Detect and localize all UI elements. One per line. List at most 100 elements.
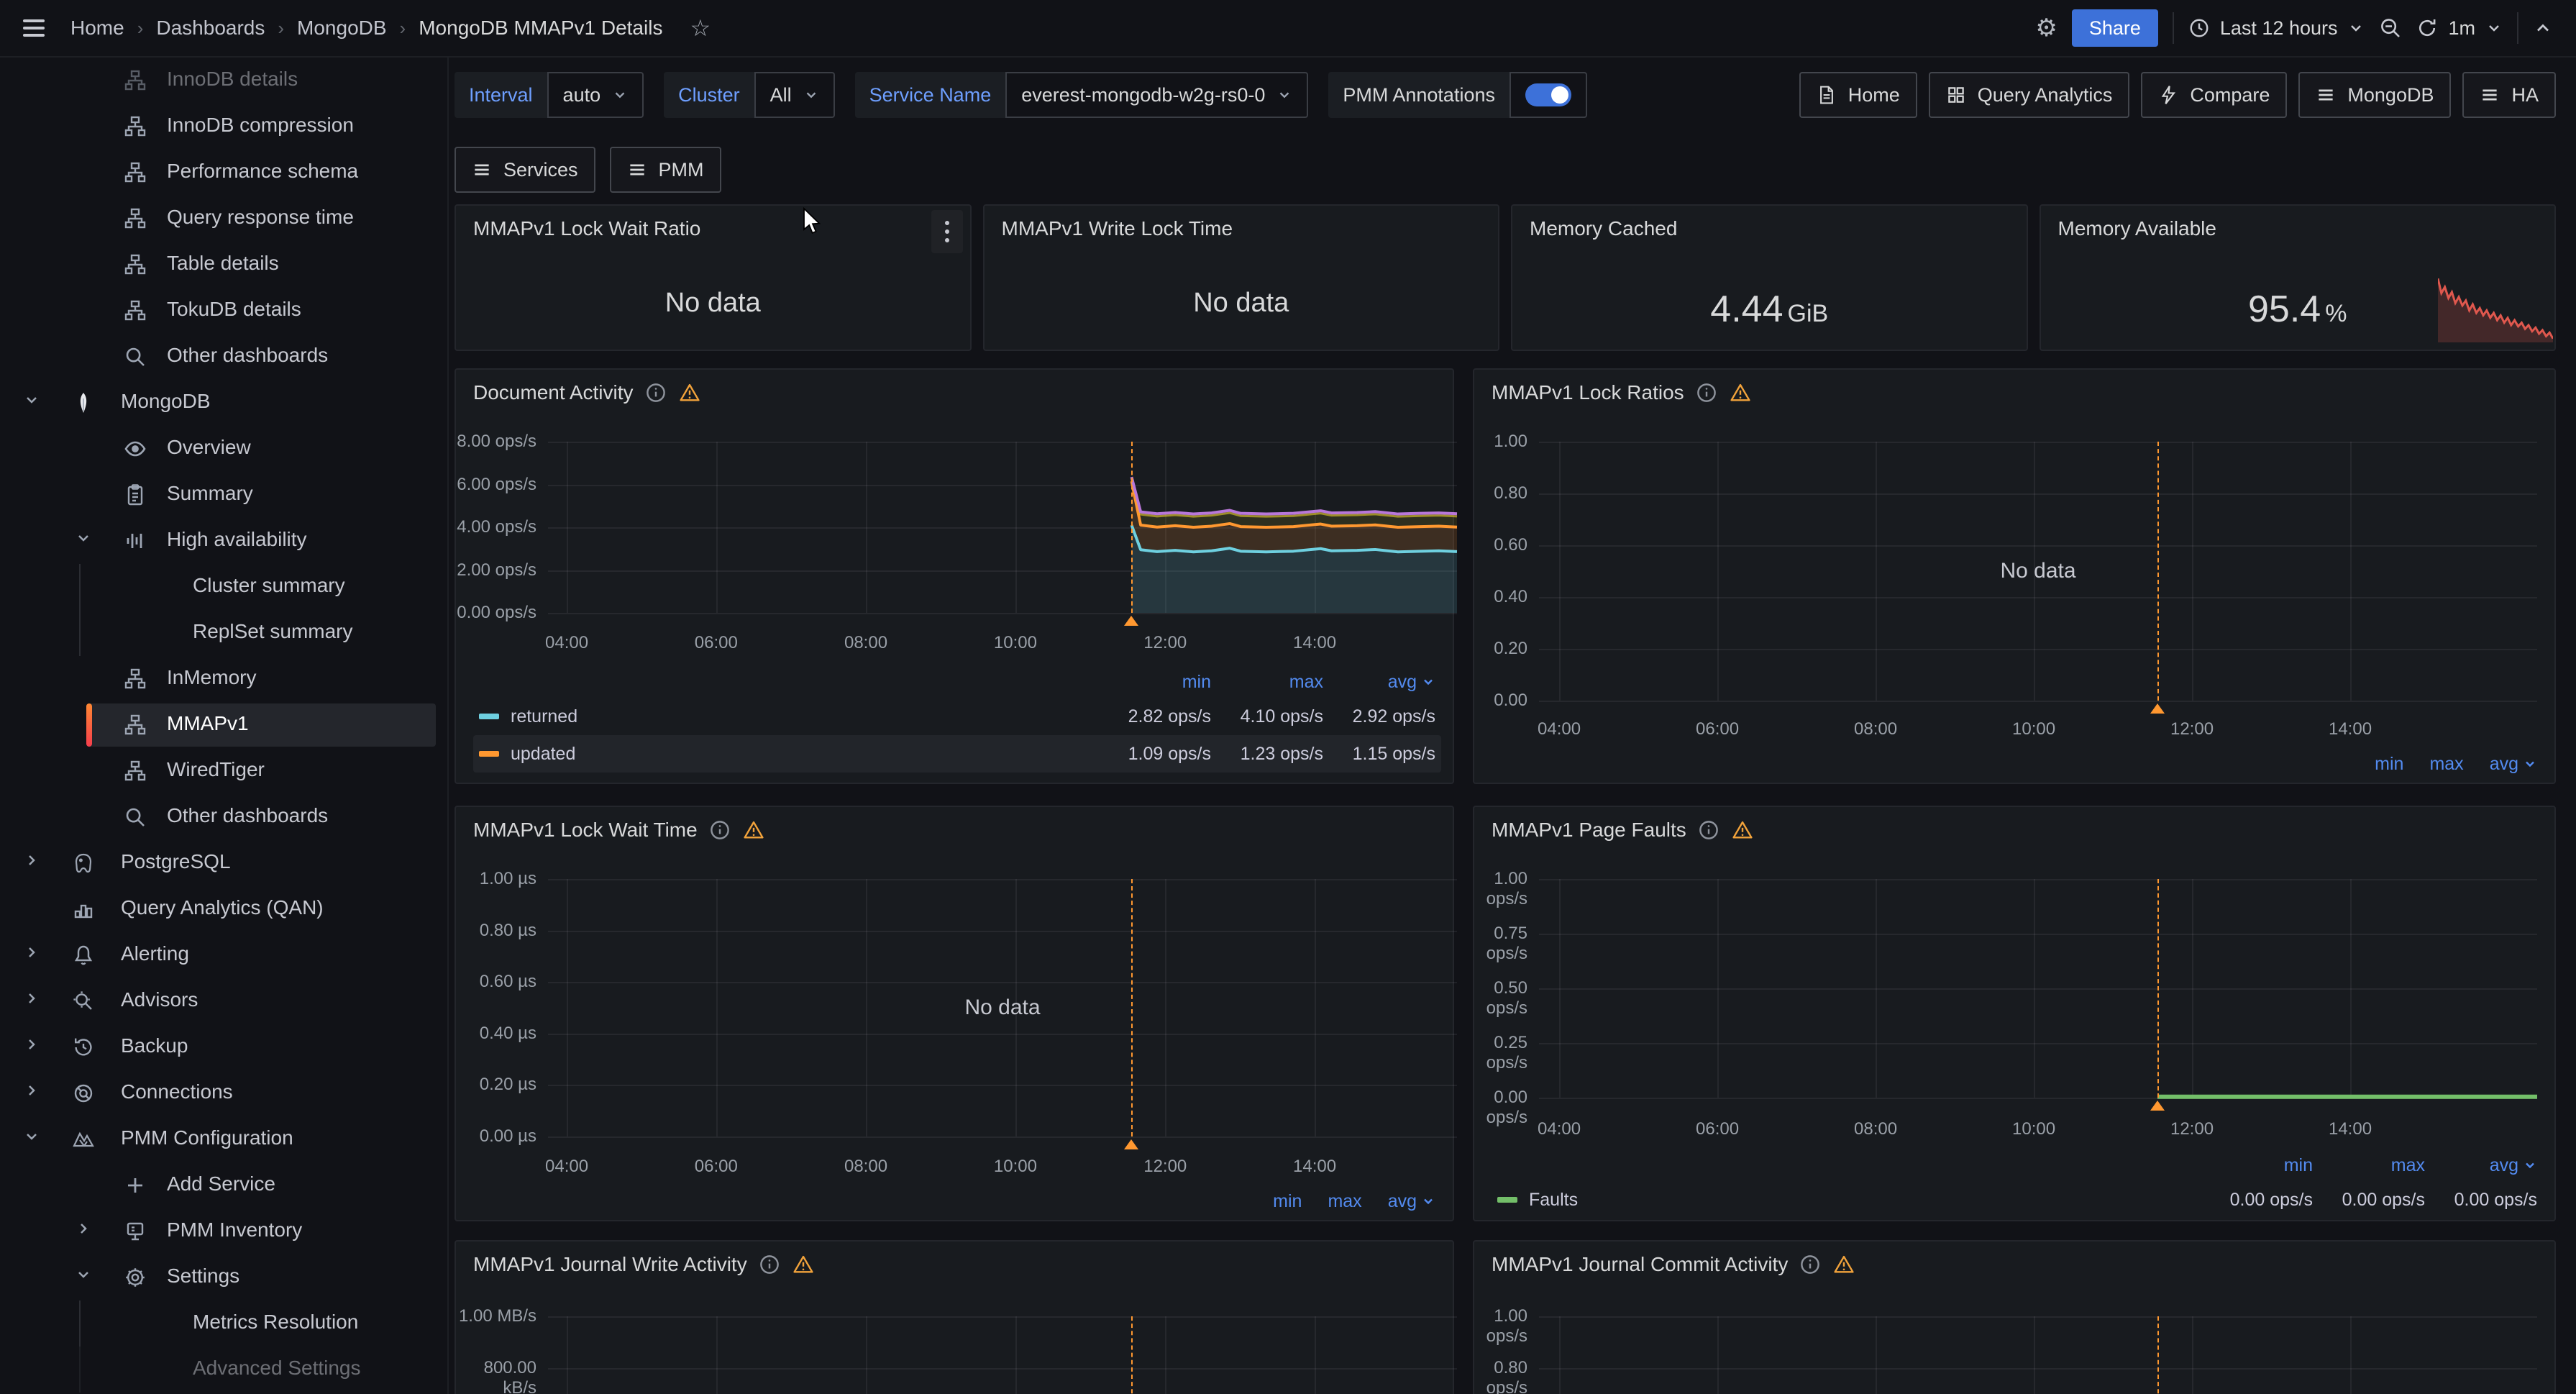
legend-sort-avg[interactable]: avg [1388, 1191, 1435, 1212]
annotation-line[interactable] [2157, 879, 2159, 1098]
legend-sort-max[interactable]: max [2313, 1155, 2425, 1176]
sidebar-item-add-service[interactable]: Add Service [0, 1162, 447, 1208]
chevron-down-icon[interactable] [23, 1128, 46, 1151]
legend-sort-max[interactable]: max [1328, 1191, 1361, 1212]
annotation-marker[interactable] [1124, 1139, 1138, 1149]
legend-sort-avg[interactable]: avg [2490, 754, 2537, 775]
link-services-button[interactable]: Services [455, 147, 595, 193]
annotation-marker[interactable] [1124, 616, 1138, 626]
sidebar-item-connections[interactable]: Connections [0, 1070, 447, 1116]
panel-title[interactable]: MMAPv1 Write Lock Time [1002, 217, 1233, 240]
annotation-line[interactable] [2157, 442, 2159, 701]
share-button[interactable]: Share [2072, 9, 2158, 47]
interval-select[interactable]: auto [547, 72, 644, 118]
info-icon[interactable] [1698, 819, 1719, 841]
cluster-select[interactable]: All [754, 72, 835, 118]
warning-icon[interactable] [1731, 819, 1754, 841]
sidebar-item-postgresql[interactable]: PostgreSQL [0, 840, 447, 886]
legend-sort-min[interactable]: min [1273, 1191, 1302, 1212]
info-icon[interactable] [1696, 382, 1717, 404]
breadcrumb-dashboards[interactable]: Dashboards [156, 17, 265, 40]
sidebar-item-overview[interactable]: Overview [0, 426, 447, 472]
sidebar-item-summary[interactable]: Summary [0, 472, 447, 518]
sidebar-item-mmapv1[interactable]: MMAPv1 [0, 702, 447, 748]
time-range-picker[interactable]: Last 12 hours [2188, 17, 2365, 40]
annotation-line[interactable] [2157, 1316, 2159, 1394]
legend-label[interactable]: returned [511, 706, 577, 727]
favorite-star-icon[interactable]: ☆ [690, 14, 711, 42]
sidebar-item-backup[interactable]: Backup [0, 1024, 447, 1070]
sidebar-item-innodb-details[interactable]: InnoDB details [0, 58, 447, 104]
sidebar-item-pmm-inventory[interactable]: PMM Inventory [0, 1208, 447, 1254]
sidebar-item-other-dashboards[interactable]: Other dashboards [0, 334, 447, 380]
annotation-line[interactable] [1131, 1316, 1133, 1394]
chevron-right-icon[interactable] [75, 1220, 98, 1243]
sidebar-item-cluster-summary[interactable]: Cluster summary [0, 564, 447, 610]
link-ha-button[interactable]: HA [2462, 72, 2556, 118]
breadcrumb-home[interactable]: Home [70, 17, 124, 40]
sidebar-item-inmemory[interactable]: InMemory [0, 656, 447, 702]
chevron-right-icon[interactable] [23, 990, 46, 1013]
warning-icon[interactable] [742, 819, 765, 841]
sidebar-item-query-response-time[interactable]: Query response time [0, 196, 447, 242]
info-icon[interactable] [759, 1254, 780, 1275]
collapse-caret-up-icon[interactable] [2533, 18, 2553, 38]
legend-sort-avg[interactable]: avg [1323, 672, 1435, 693]
legend-label[interactable]: updated [511, 744, 575, 765]
info-icon[interactable] [1799, 1254, 1821, 1275]
sidebar-item-metrics-resolution[interactable]: Metrics Resolution [0, 1300, 447, 1347]
info-icon[interactable] [645, 382, 667, 404]
annotation-line[interactable] [1131, 879, 1133, 1136]
menu-toggle-icon[interactable] [23, 19, 45, 37]
link-mongodb-button[interactable]: MongoDB [2298, 72, 2451, 118]
pmm-annotations-toggle[interactable] [1525, 83, 1571, 106]
warning-icon[interactable] [678, 382, 701, 404]
dashboard-settings-gear-icon[interactable]: ⚙ [2035, 16, 2057, 40]
link-home-button[interactable]: Home [1799, 72, 1917, 118]
service-name-select[interactable]: everest-mongodb-w2g-rs0-0 [1005, 72, 1308, 118]
chevron-right-icon[interactable] [23, 944, 46, 967]
panel-title[interactable]: MMAPv1 Journal Write Activity [473, 1253, 747, 1276]
chevron-right-icon[interactable] [23, 1082, 46, 1105]
sidebar-item-replset-summary[interactable]: ReplSet summary [0, 610, 447, 656]
sidebar-item-pmm-configuration[interactable]: PMM Configuration [0, 1116, 447, 1162]
sidebar-item-performance-schema[interactable]: Performance schema [0, 150, 447, 196]
sidebar-item-mongodb[interactable]: MongoDB [0, 380, 447, 426]
chevron-right-icon[interactable] [23, 852, 46, 875]
panel-menu-kebab-icon[interactable] [931, 210, 963, 253]
sidebar-item-advisors[interactable]: Advisors [0, 978, 447, 1024]
link-query-analytics-button[interactable]: Query Analytics [1929, 72, 2130, 118]
sidebar-item-wiredtiger[interactable]: WiredTiger [0, 748, 447, 794]
legend-sort-min[interactable]: min [2375, 754, 2403, 775]
breadcrumb-mongodb[interactable]: MongoDB [297, 17, 387, 40]
sidebar-item-other-dashboards[interactable]: Other dashboards [0, 794, 447, 840]
sidebar-item-settings[interactable]: Settings [0, 1254, 447, 1300]
sidebar-item-tokudb-details[interactable]: TokuDB details [0, 288, 447, 334]
link-compare-button[interactable]: Compare [2141, 72, 2287, 118]
panel-title[interactable]: MMAPv1 Lock Ratios [1492, 381, 1684, 404]
panel-title[interactable]: Document Activity [473, 381, 634, 404]
legend-sort-min[interactable]: min [2201, 1155, 2313, 1176]
panel-title[interactable]: MMAPv1 Lock Wait Time [473, 819, 698, 842]
panel-title[interactable]: Memory Available [2058, 217, 2216, 240]
sidebar-item-innodb-compression[interactable]: InnoDB compression [0, 104, 447, 150]
annotation-marker[interactable] [2150, 1101, 2165, 1111]
warning-icon[interactable] [1729, 382, 1752, 404]
chevron-down-icon[interactable] [23, 391, 46, 414]
sidebar-item-advanced-settings[interactable]: Advanced Settings [0, 1347, 447, 1393]
legend-sort-min[interactable]: min [1099, 672, 1211, 693]
legend-sort-max[interactable]: max [2429, 754, 2463, 775]
annotation-marker[interactable] [2150, 703, 2165, 714]
chevron-right-icon[interactable] [23, 1036, 46, 1059]
zoom-out-icon[interactable] [2379, 17, 2402, 40]
panel-title[interactable]: Memory Cached [1530, 217, 1677, 240]
legend-sort-avg[interactable]: avg [2425, 1155, 2537, 1176]
link-pmm-button[interactable]: PMM [610, 147, 721, 193]
legend-sort-max[interactable]: max [1211, 672, 1323, 693]
panel-title[interactable]: MMAPv1 Lock Wait Ratio [473, 217, 700, 240]
warning-icon[interactable] [1832, 1254, 1855, 1275]
annotation-line[interactable] [1131, 442, 1133, 613]
panel-title[interactable]: MMAPv1 Page Faults [1492, 819, 1686, 842]
sidebar-item-high-availability[interactable]: High availability [0, 518, 447, 564]
sidebar-item-table-details[interactable]: Table details [0, 242, 447, 288]
